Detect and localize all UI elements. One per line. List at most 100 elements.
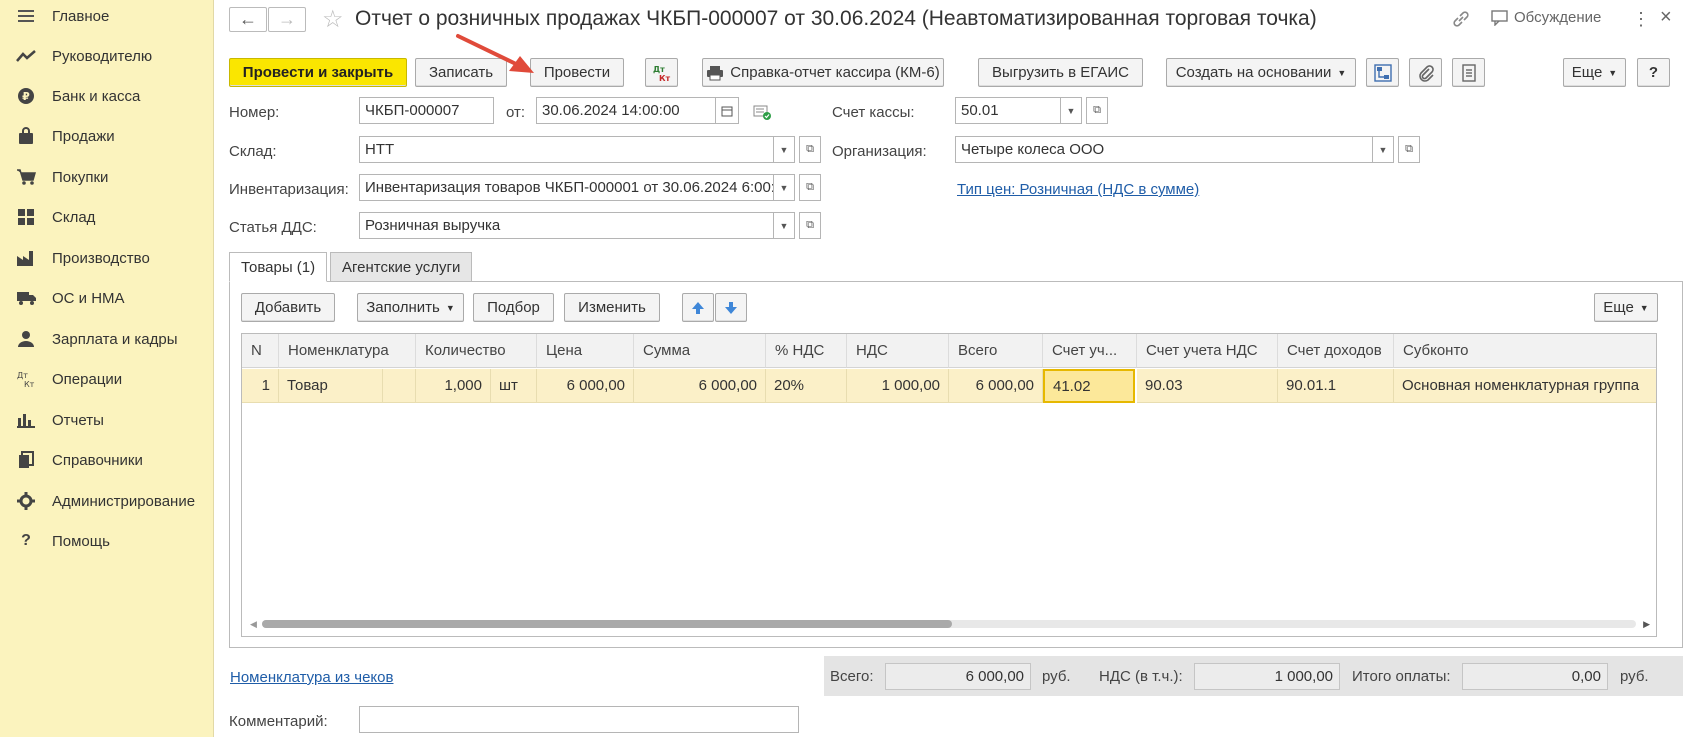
sidebar-item-directories[interactable]: Справочники bbox=[0, 442, 214, 478]
chevron-down-icon[interactable]: ▼ bbox=[774, 212, 795, 239]
fill-button[interactable]: Заполнить ▼ bbox=[357, 293, 464, 322]
more-menu-icon[interactable]: ⋮ bbox=[1632, 9, 1650, 30]
more-button[interactable]: Еще ▼ bbox=[1563, 58, 1626, 87]
open-icon[interactable]: ⧉ bbox=[1398, 136, 1420, 163]
cash-account-field[interactable]: 50.01 bbox=[955, 97, 1061, 124]
organization-field[interactable]: Четыре колеса ООО bbox=[955, 136, 1373, 163]
move-down-button[interactable] bbox=[715, 293, 747, 322]
cell-vat-rate[interactable]: 20% bbox=[766, 369, 847, 403]
cell-price[interactable]: 6 000,00 bbox=[537, 369, 634, 403]
sidebar-item-sales[interactable]: Продажи bbox=[0, 118, 214, 154]
tab-goods[interactable]: Товары (1) bbox=[229, 252, 328, 282]
number-field[interactable]: ЧКБП-000007 bbox=[359, 97, 494, 124]
scroll-right-icon[interactable]: ▶ bbox=[1643, 619, 1650, 630]
column-header[interactable]: Счет учета НДС bbox=[1137, 334, 1278, 368]
chevron-down-icon[interactable]: ▼ bbox=[1061, 97, 1082, 124]
sidebar-item-admin[interactable]: Администрирование bbox=[0, 483, 214, 519]
column-header[interactable]: Счет доходов bbox=[1278, 334, 1394, 368]
cell-unit[interactable]: шт bbox=[491, 369, 537, 403]
receipts-nomenclature-link[interactable]: Номенклатура из чеков bbox=[230, 669, 393, 686]
sidebar-item-purchases[interactable]: Покупки bbox=[0, 159, 214, 195]
warehouse-field[interactable]: НТТ bbox=[359, 136, 774, 163]
scroll-left-icon[interactable]: ◀ bbox=[250, 619, 257, 630]
report-button[interactable] bbox=[1452, 58, 1485, 87]
chevron-down-icon[interactable]: ▼ bbox=[774, 174, 795, 201]
scrollbar-thumb[interactable] bbox=[262, 620, 952, 628]
inventory-field[interactable]: Инвентаризация товаров ЧКБП-000001 от 30… bbox=[359, 174, 774, 201]
cell-item-extra[interactable] bbox=[383, 369, 416, 403]
column-header[interactable]: Количество bbox=[416, 334, 537, 368]
back-button[interactable]: ← bbox=[229, 7, 267, 32]
vat-total-label: НДС (в т.ч.): bbox=[1099, 668, 1183, 685]
create-based-on-button[interactable]: Создать на основании ▼ bbox=[1166, 58, 1356, 87]
column-header[interactable]: Счет уч... bbox=[1043, 334, 1137, 368]
cell-vat[interactable]: 1 000,00 bbox=[847, 369, 949, 403]
egais-export-button[interactable]: Выгрузить в ЕГАИС bbox=[978, 58, 1143, 87]
forward-button[interactable]: → bbox=[268, 7, 306, 32]
pick-button[interactable]: Подбор bbox=[473, 293, 554, 322]
cell-item[interactable]: Товар bbox=[279, 369, 383, 403]
star-icon[interactable]: ☆ bbox=[322, 5, 344, 34]
column-header[interactable]: НДС bbox=[847, 334, 949, 368]
km6-report-button[interactable]: Справка-отчет кассира (КМ-6) bbox=[702, 58, 944, 87]
horizontal-scrollbar[interactable] bbox=[262, 620, 1636, 628]
cell-income-account[interactable]: 90.01.1 bbox=[1278, 369, 1394, 403]
sidebar-item-salary[interactable]: Зарплата и кадры bbox=[0, 321, 214, 357]
sidebar-item-reports[interactable]: Отчеты bbox=[0, 402, 214, 438]
document-form: ← → ☆ Отчет о розничных продажах ЧКБП-00… bbox=[214, 0, 1683, 737]
column-header[interactable]: Сумма bbox=[634, 334, 766, 368]
chevron-down-icon: ▼ bbox=[1608, 67, 1618, 78]
move-up-button[interactable] bbox=[682, 293, 714, 322]
column-header[interactable]: Номенклатура bbox=[279, 334, 416, 368]
column-header[interactable]: % НДС bbox=[766, 334, 847, 368]
cell-subconto[interactable]: Основная номенклатурная группа bbox=[1394, 369, 1656, 403]
dds-field[interactable]: Розничная выручка bbox=[359, 212, 774, 239]
edit-button[interactable]: Изменить bbox=[564, 293, 660, 322]
open-icon[interactable]: ⧉ bbox=[799, 174, 821, 201]
chevron-down-icon[interactable]: ▼ bbox=[774, 136, 795, 163]
sidebar-item-main[interactable]: Главное bbox=[0, 0, 214, 34]
structure-button[interactable] bbox=[1366, 58, 1399, 87]
cell-n[interactable]: 1 bbox=[242, 369, 279, 403]
arrow-up-icon bbox=[692, 301, 704, 314]
chevron-down-icon[interactable]: ▼ bbox=[1373, 136, 1394, 163]
help-button[interactable]: ? bbox=[1637, 58, 1670, 87]
post-button[interactable]: Провести bbox=[530, 58, 624, 87]
sidebar-item-warehouse[interactable]: Склад bbox=[0, 199, 214, 235]
date-field[interactable]: 30.06.2024 14:00:00 bbox=[536, 97, 716, 124]
sidebar-item-manager[interactable]: Руководителю bbox=[0, 38, 214, 74]
sidebar-item-production[interactable]: Производство bbox=[0, 240, 214, 276]
sidebar-item-help[interactable]: ? Помощь bbox=[0, 523, 214, 559]
post-and-close-button[interactable]: Провести и закрыть bbox=[229, 58, 407, 87]
svg-text:Дт: Дт bbox=[653, 65, 665, 74]
price-type-link[interactable]: Тип цен: Розничная (НДС в сумме) bbox=[957, 181, 1199, 198]
cell-sum[interactable]: 6 000,00 bbox=[634, 369, 766, 403]
sidebar-item-bank[interactable]: ₽ Банк и касса bbox=[0, 78, 214, 114]
table-more-button[interactable]: Еще ▼ bbox=[1594, 293, 1658, 322]
open-icon[interactable]: ⧉ bbox=[799, 212, 821, 239]
cell-qty[interactable]: 1,000 bbox=[416, 369, 491, 403]
link-icon[interactable] bbox=[1451, 9, 1471, 29]
close-icon[interactable]: × bbox=[1660, 6, 1672, 29]
sidebar-item-operations[interactable]: Дт Кт Операции bbox=[0, 361, 214, 397]
attachments-button[interactable] bbox=[1409, 58, 1442, 87]
discussion-button[interactable]: Обсуждение bbox=[1491, 9, 1601, 26]
open-icon[interactable]: ⧉ bbox=[1086, 97, 1108, 124]
column-header[interactable]: N bbox=[242, 334, 279, 368]
column-header[interactable]: Цена bbox=[537, 334, 634, 368]
register-icon[interactable] bbox=[753, 104, 771, 124]
open-icon[interactable]: ⧉ bbox=[799, 136, 821, 163]
comment-field[interactable] bbox=[359, 706, 799, 733]
sidebar-item-label: Руководителю bbox=[52, 47, 153, 65]
add-row-button[interactable]: Добавить bbox=[241, 293, 335, 322]
column-header[interactable]: Всего bbox=[949, 334, 1043, 368]
calendar-icon[interactable] bbox=[716, 97, 739, 124]
cell-vat-account[interactable]: 90.03 bbox=[1137, 369, 1278, 403]
cell-total[interactable]: 6 000,00 bbox=[949, 369, 1043, 403]
dt-kt-button[interactable]: Дт Кт bbox=[645, 58, 678, 87]
column-header[interactable]: Субконто bbox=[1394, 334, 1656, 368]
sidebar-item-label: Операции bbox=[52, 370, 123, 388]
tab-agent-services[interactable]: Агентские услуги bbox=[330, 252, 473, 282]
sidebar-item-fixed-assets[interactable]: ОС и НМА bbox=[0, 280, 214, 316]
cell-account[interactable]: 41.02 bbox=[1043, 369, 1135, 403]
